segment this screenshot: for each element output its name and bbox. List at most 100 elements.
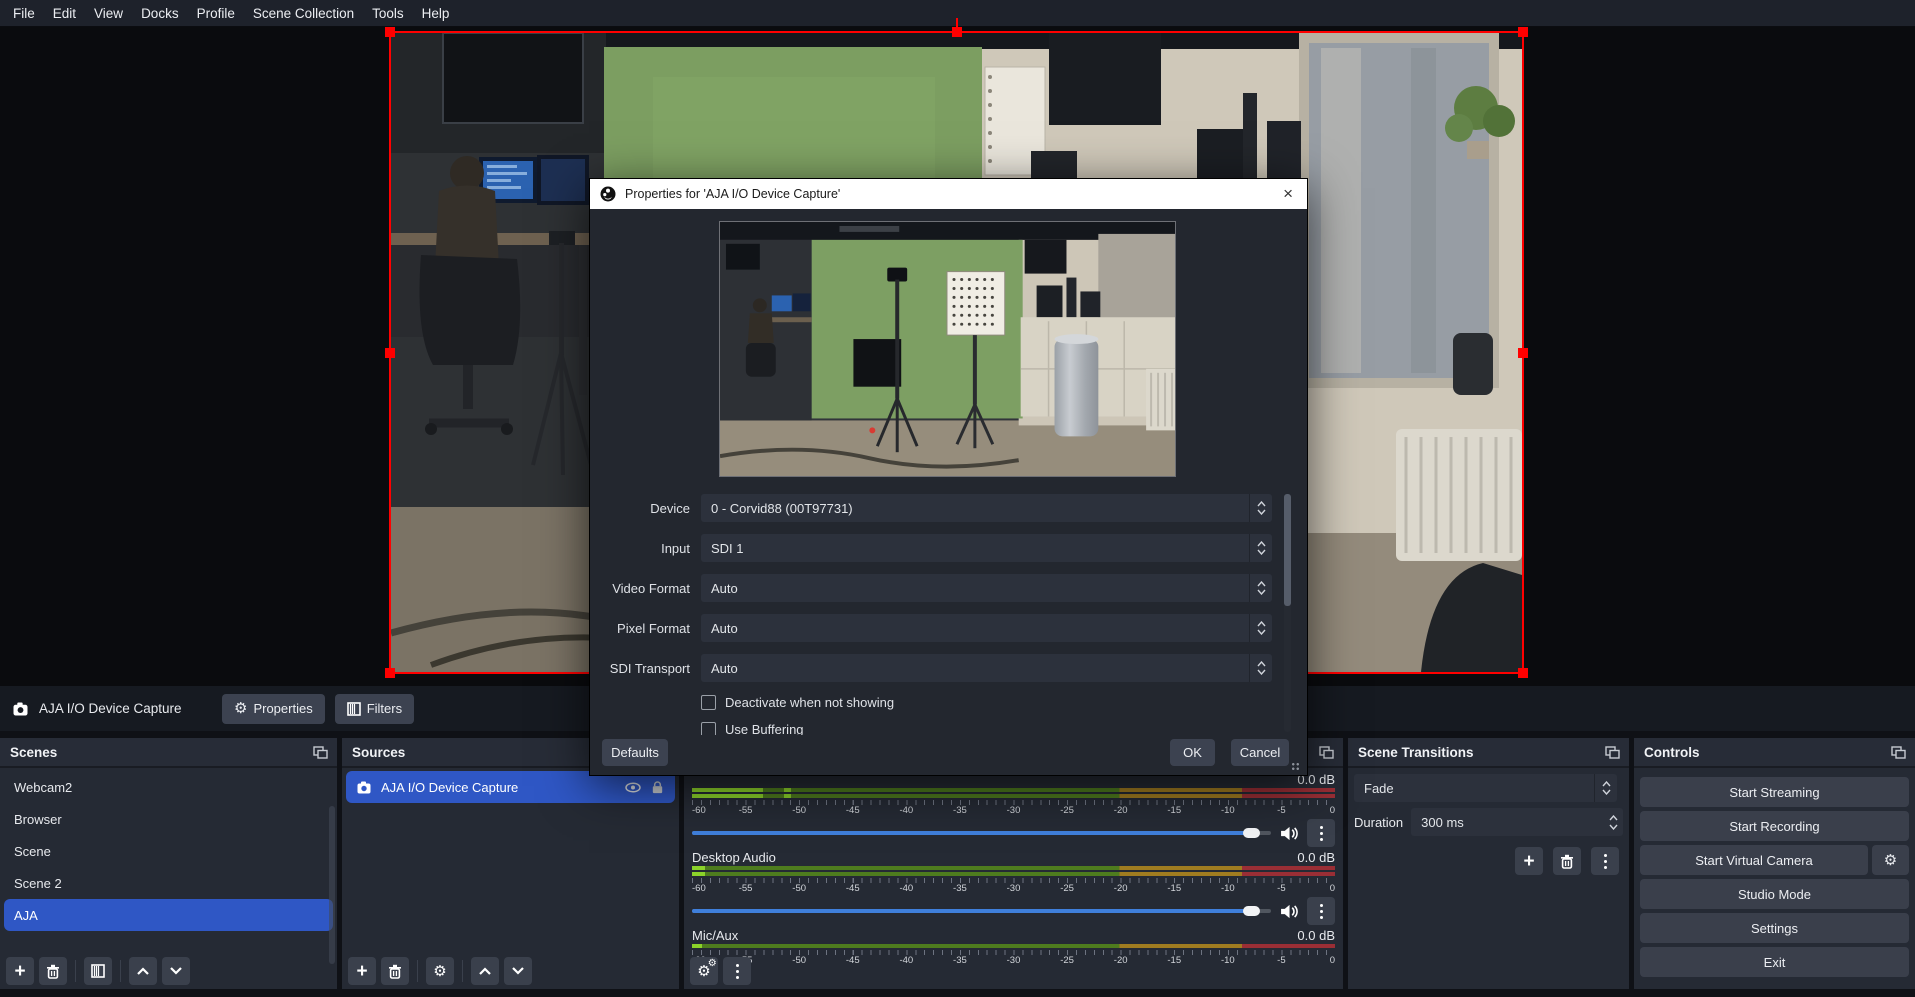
volume-slider[interactable] [692,909,1271,913]
menu-docks[interactable]: Docks [132,6,188,21]
deactivate-checkbox[interactable] [701,695,716,710]
studio-mode-button[interactable]: Studio Mode [1640,879,1909,909]
mixer-menu-button[interactable] [723,957,751,985]
move-source-up-button[interactable] [471,957,499,985]
menu-tools[interactable]: Tools [363,6,413,21]
chevron-up-icon [136,966,150,976]
volume-slider-handle[interactable] [1243,828,1260,838]
spinner-arrows-icon[interactable] [1603,815,1623,830]
remove-scene-button[interactable] [39,957,67,985]
menu-scene-collection[interactable]: Scene Collection [244,6,363,21]
lock-icon[interactable] [650,780,665,794]
spinner-arrows-icon[interactable] [1249,494,1272,522]
duration-spinbox[interactable]: 300 ms [1411,808,1623,836]
mixer-channel-name: Desktop Audio [692,850,776,865]
source-properties-button[interactable]: ⚙ [426,957,454,985]
move-scene-down-button[interactable] [162,957,190,985]
gear-icon: ⚙ [433,964,446,979]
filters-button[interactable]: Filters [335,694,414,724]
cancel-button[interactable]: Cancel [1231,739,1289,766]
volume-meter [692,788,1335,792]
spinner-arrows-icon[interactable] [1249,654,1272,682]
virtual-camera-config-button[interactable]: ⚙ [1872,845,1909,875]
video-format-label: Video Format [590,581,690,596]
sdi-transport-select[interactable]: Auto [701,654,1272,682]
mixer-popout-icon[interactable] [1316,743,1336,761]
scene-item[interactable]: Scene [4,835,333,867]
speaker-icon[interactable] [1280,826,1298,841]
device-select[interactable]: 0 - Corvid88 (00T97731) [701,494,1272,522]
scenes-popout-icon[interactable] [310,743,330,761]
menu-profile[interactable]: Profile [188,6,244,21]
add-transition-button[interactable]: + [1515,847,1543,875]
spinner-arrows-icon[interactable] [1594,774,1617,802]
visibility-eye-icon[interactable] [625,782,641,793]
volume-slider[interactable] [692,831,1271,835]
mixer-channel-value: 0.0 dB [1297,850,1335,865]
device-preview-image [719,221,1176,477]
device-label: Device [590,501,690,516]
transitions-popout-icon[interactable] [1602,743,1622,761]
transitions-panel-title: Scene Transitions [1358,745,1474,760]
controls-popout-icon[interactable] [1888,743,1908,761]
menu-file[interactable]: File [4,6,44,21]
db-scale: -60-55-50-45-40-35-30-25-20-15-10-50 [692,950,1335,967]
speaker-icon[interactable] [1280,904,1298,919]
dialog-scrollbar-thumb[interactable] [1284,494,1291,606]
dialog-scrollbar[interactable] [1284,494,1291,732]
trash-icon [388,964,402,979]
mixer-channel-name: Mic/Aux [692,928,738,943]
start-recording-button[interactable]: Start Recording [1640,811,1909,841]
start-streaming-button[interactable]: Start Streaming [1640,777,1909,807]
resize-grip-icon[interactable] [1291,762,1301,772]
video-format-select[interactable]: Auto [701,574,1272,602]
dialog-title: Properties for 'AJA I/O Device Capture' [625,187,1270,201]
settings-button[interactable]: Settings [1640,913,1909,943]
remove-source-button[interactable] [381,957,409,985]
scene-item[interactable]: Webcam2 [4,771,333,803]
filters-icon [347,702,361,716]
defaults-button[interactable]: Defaults [602,739,668,766]
start-virtual-camera-button[interactable]: Start Virtual Camera [1640,845,1868,875]
transition-select[interactable]: Fade [1354,774,1617,802]
pixel-format-select[interactable]: Auto [701,614,1272,642]
obs-logo-icon [600,186,616,202]
spinner-arrows-icon[interactable] [1249,614,1272,642]
channel-menu-button[interactable] [1307,819,1335,847]
context-source-name: AJA I/O Device Capture [39,701,182,716]
scene-item[interactable]: Scene 2 [4,867,333,899]
add-scene-button[interactable]: + [6,957,34,985]
channel-menu-button[interactable] [1307,897,1335,925]
remove-transition-button[interactable] [1553,847,1581,875]
add-source-button[interactable]: + [348,957,376,985]
spinner-arrows-icon[interactable] [1249,534,1272,562]
mixer-channel-value: 0.0 dB [1297,928,1335,943]
deactivate-checkbox-row: Deactivate when not showing [701,694,1307,710]
plus-icon: + [14,962,25,981]
volume-slider-handle[interactable] [1243,906,1260,916]
move-scene-up-button[interactable] [129,957,157,985]
sources-panel-title: Sources [352,745,405,760]
menu-help[interactable]: Help [413,6,459,21]
move-source-down-button[interactable] [504,957,532,985]
plus-icon: + [356,962,367,981]
scenes-scrollbar[interactable] [329,806,335,964]
ok-button[interactable]: OK [1170,739,1215,766]
scene-item-selected[interactable]: AJA [4,899,333,931]
menu-view[interactable]: View [85,6,132,21]
transition-menu-button[interactable] [1591,847,1619,875]
mixer-settings-button[interactable]: ⚙ [690,957,718,985]
scene-filters-button[interactable] [84,957,112,985]
properties-button[interactable]: ⚙ Properties [222,694,325,724]
input-select[interactable]: SDI 1 [701,534,1272,562]
menu-edit[interactable]: Edit [44,6,85,21]
spinner-arrows-icon[interactable] [1249,574,1272,602]
use-buffering-checkbox-row: Use Buffering [701,721,1307,735]
use-buffering-checkbox[interactable] [701,722,716,736]
volume-meter [692,944,1335,948]
chevron-up-icon [478,966,492,976]
volume-meter [692,794,1335,798]
exit-button[interactable]: Exit [1640,947,1909,977]
close-icon[interactable]: × [1279,184,1297,204]
scene-item[interactable]: Browser [4,803,333,835]
